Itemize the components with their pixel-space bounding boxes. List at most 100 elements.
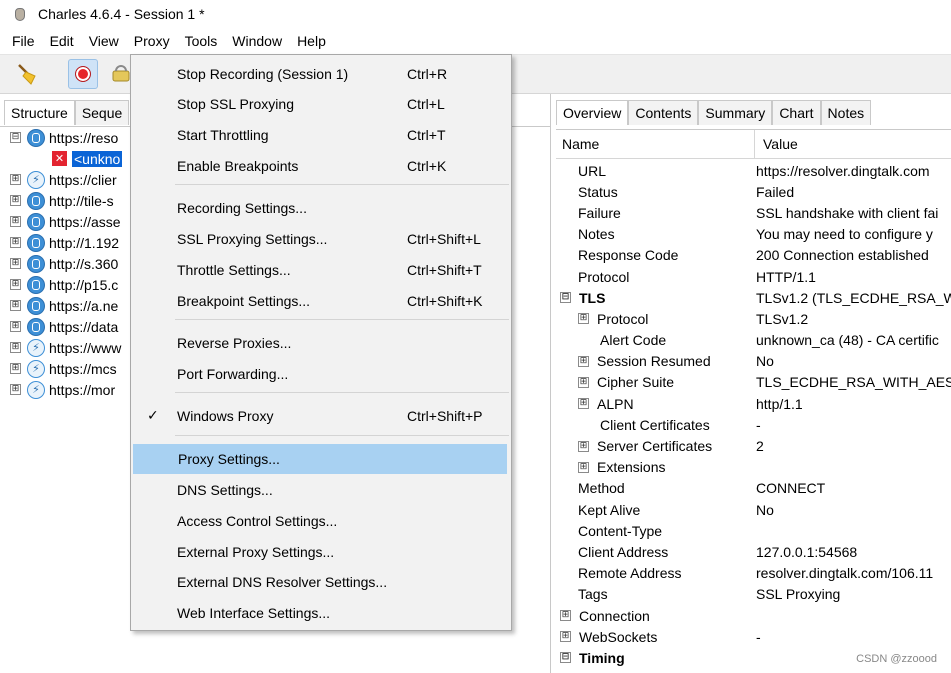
expand-toggle-icon[interactable]: ⊞ <box>10 258 21 269</box>
property-row[interactable]: ⊞ WebSockets - <box>556 626 951 647</box>
property-name: Protocol <box>578 269 629 285</box>
charles-app-icon <box>12 6 26 22</box>
property-row[interactable]: Protocol HTTP/1.1 <box>556 266 951 287</box>
menu-file[interactable]: File <box>0 28 42 54</box>
expand-toggle-icon[interactable]: ⊞ <box>578 313 589 325</box>
proxy-menu-item[interactable]: Enable Breakpoints Ctrl+K <box>132 151 508 181</box>
tab-contents[interactable]: Contents <box>628 100 699 125</box>
menu-tools[interactable]: Tools <box>177 28 225 54</box>
menu-separator <box>175 319 509 320</box>
proxy-menu-item[interactable]: Recording Settings... <box>132 193 508 223</box>
tab-structure[interactable]: Structure <box>4 100 75 125</box>
menu-proxy[interactable]: Proxy <box>125 28 177 54</box>
proxy-menu-dropdown: Stop Recording (Session 1) Ctrl+R Stop SSL… <box>130 54 512 631</box>
proxy-menu-item[interactable]: Port Forwarding... <box>132 359 508 389</box>
proxy-menu-item[interactable]: External Proxy Settings... <box>132 537 508 567</box>
tab-notes[interactable]: Notes <box>820 100 872 125</box>
expand-toggle-icon[interactable]: ⊞ <box>10 300 21 311</box>
property-value: CONNECT <box>756 480 826 497</box>
expand-toggle-icon[interactable]: ⊞ <box>578 461 589 473</box>
property-row[interactable]: Client Certificates - <box>556 414 951 435</box>
globe-icon <box>27 128 45 147</box>
expand-toggle-icon[interactable]: ⊞ <box>10 195 21 206</box>
expand-toggle-icon[interactable]: ⊟ <box>560 292 571 304</box>
property-row[interactable]: Client Address 127.0.0.1:54568 <box>556 541 951 562</box>
expand-toggle-icon[interactable]: ⊞ <box>560 631 571 643</box>
tab-sequence[interactable]: Seque <box>74 100 130 125</box>
tab-summary[interactable]: Summary <box>698 100 773 125</box>
column-name-header[interactable]: Name <box>556 130 755 158</box>
left-tab-strip: Structure Seque <box>4 100 130 125</box>
menu-help[interactable]: Help <box>289 28 333 54</box>
proxy-menu-item[interactable]: Breakpoint Settings... Ctrl+Shift+K <box>132 286 508 316</box>
property-row[interactable]: ⊞ Server Certificates 2 <box>556 435 951 456</box>
property-row[interactable]: Status Failed <box>556 181 951 202</box>
property-row[interactable]: Kept Alive No <box>556 499 951 520</box>
proxy-menu-item[interactable]: External DNS Resolver Settings... <box>132 567 508 597</box>
proxy-menu-item-label: Proxy Settings... <box>178 451 280 467</box>
window-title: Charles 4.6.4 - Session 1 * <box>38 6 205 22</box>
proxy-menu-item[interactable]: Start Throttling Ctrl+T <box>132 120 508 150</box>
proxy-menu-item[interactable]: Proxy Settings... <box>133 444 507 474</box>
column-value-header[interactable]: Value <box>755 130 798 158</box>
property-row[interactable]: ⊞ Protocol TLSv1.2 <box>556 308 951 329</box>
tab-overview[interactable]: Overview <box>556 100 629 125</box>
expand-toggle-icon[interactable]: ⊞ <box>10 321 21 332</box>
menu-window[interactable]: Window <box>224 28 289 54</box>
expand-toggle-icon[interactable]: ⊞ <box>578 398 589 410</box>
expand-toggle-icon[interactable]: ⊞ <box>10 216 21 227</box>
expand-toggle-icon[interactable]: ⊞ <box>560 610 571 622</box>
property-row[interactable]: Response Code 200 Connection established <box>556 245 951 266</box>
menu-edit[interactable]: Edit <box>42 28 81 54</box>
proxy-menu-item[interactable]: Stop Recording (Session 1) Ctrl+R <box>132 59 508 89</box>
property-row[interactable]: ⊞ Extensions <box>556 457 951 478</box>
property-row[interactable]: ⊞ Cipher Suite TLS_ECDHE_RSA_WITH_AES_1 <box>556 372 951 393</box>
expand-toggle-icon[interactable]: ⊞ <box>578 440 589 452</box>
expand-toggle-icon[interactable]: ⊞ <box>10 174 21 185</box>
proxy-menu-item[interactable]: Web Interface Settings... <box>132 598 508 628</box>
proxy-menu-item[interactable]: ✓ Windows Proxy Ctrl+Shift+P <box>132 401 508 431</box>
property-row[interactable]: Failure SSL handshake with client fai <box>556 202 951 223</box>
expand-toggle-icon[interactable]: ⊞ <box>10 342 21 353</box>
tree-item-label: http://s.360 <box>49 255 119 272</box>
clear-session-button[interactable] <box>12 59 42 89</box>
property-value: SSL Proxying <box>756 586 841 603</box>
expand-toggle-icon[interactable]: ⊞ <box>578 376 589 388</box>
proxy-menu-item[interactable]: SSL Proxying Settings... Ctrl+Shift+L <box>132 224 508 254</box>
proxy-menu-item[interactable]: Stop SSL Proxying Ctrl+L <box>132 89 508 119</box>
property-row[interactable]: Content-Type <box>556 520 951 541</box>
expand-toggle-icon[interactable]: ⊞ <box>10 384 21 395</box>
expand-toggle-icon[interactable]: ⊞ <box>10 363 21 374</box>
menu-view[interactable]: View <box>81 28 126 54</box>
record-button[interactable] <box>68 59 98 89</box>
expand-toggle-icon[interactable]: ⊟ <box>10 132 21 143</box>
property-row[interactable]: ⊞ Connection <box>556 605 951 626</box>
expand-toggle-icon[interactable]: ⊞ <box>10 279 21 290</box>
expand-toggle-icon[interactable]: ⊞ <box>578 355 589 367</box>
properties-header: Name Value <box>556 129 951 159</box>
tab-chart[interactable]: Chart <box>772 100 821 125</box>
property-row[interactable]: Notes You may need to configure y <box>556 224 951 245</box>
proxy-menu-item[interactable]: Access Control Settings... <box>132 506 508 536</box>
property-name-text: Server Certificates <box>597 438 713 455</box>
property-value: 200 Connection established <box>756 247 929 264</box>
property-value: 2 <box>756 438 764 455</box>
proxy-menu-item-label: Access Control Settings... <box>177 513 338 529</box>
property-row[interactable]: URL https://resolver.dingtalk.com <box>556 160 951 181</box>
globe-icon <box>27 191 45 210</box>
property-row[interactable]: Tags SSL Proxying <box>556 584 951 605</box>
proxy-menu-item[interactable]: DNS Settings... <box>132 475 508 505</box>
proxy-menu-item-label: Reverse Proxies... <box>177 335 292 351</box>
property-row[interactable]: ⊟ TLS TLSv1.2 (TLS_ECDHE_RSA_WI <box>556 287 951 308</box>
property-row[interactable]: Alert Code unknown_ca (48) - CA certific <box>556 330 951 351</box>
property-row[interactable]: ⊞ ALPN http/1.1 <box>556 393 951 414</box>
property-row[interactable]: ⊞ Session Resumed No <box>556 351 951 372</box>
property-row[interactable]: Method CONNECT <box>556 478 951 499</box>
expand-toggle-icon[interactable]: ⊞ <box>10 237 21 248</box>
property-row[interactable]: Remote Address resolver.dingtalk.com/106.… <box>556 563 951 584</box>
property-value: SSL handshake with client fai <box>756 204 939 221</box>
proxy-menu-item[interactable]: Reverse Proxies... <box>132 328 508 358</box>
property-name: Response Code <box>578 247 678 263</box>
proxy-menu-item[interactable]: Throttle Settings... Ctrl+Shift+T <box>132 255 508 285</box>
expand-toggle-icon[interactable]: ⊟ <box>560 652 571 664</box>
